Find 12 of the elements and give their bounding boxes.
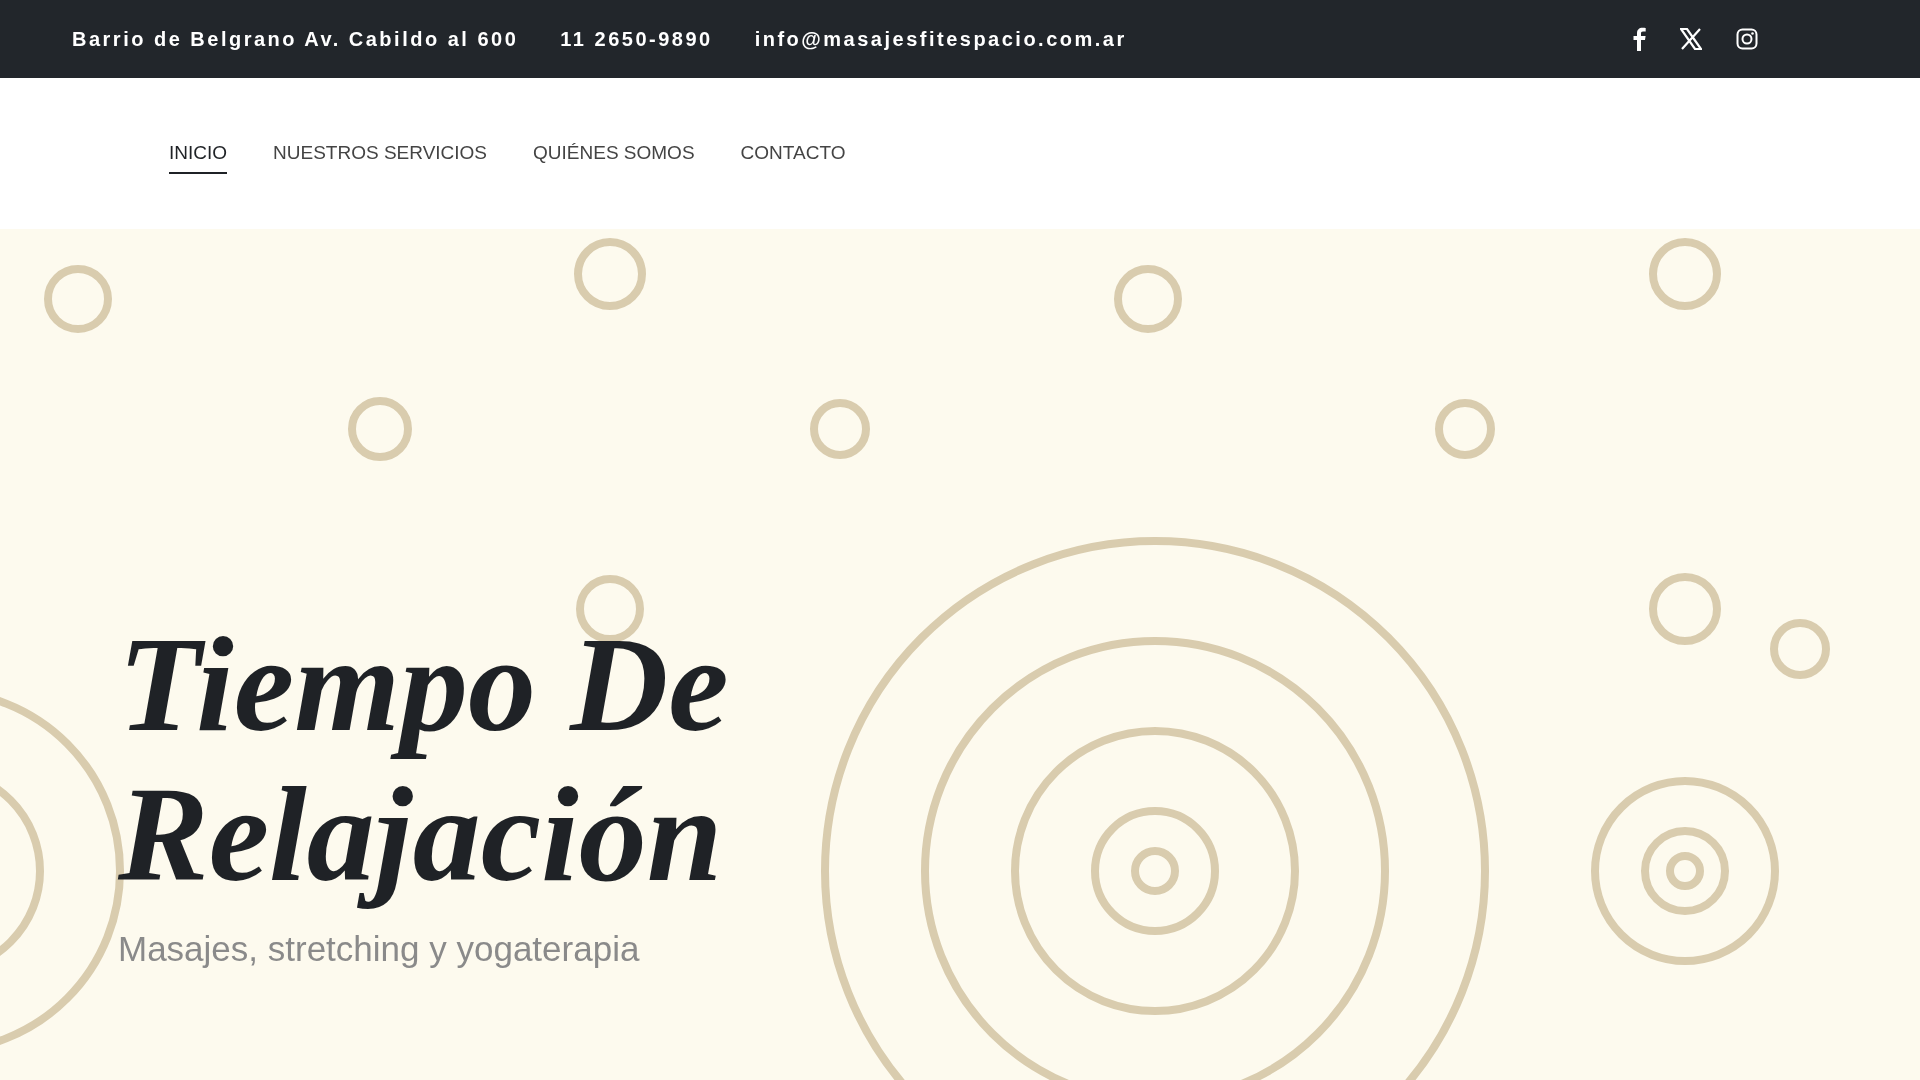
email-text: info@masajesfitespacio.com.ar (754, 27, 1127, 52)
nav-link[interactable]: NUESTROS SERVICIOS (273, 139, 488, 174)
phone-text: 11 2650-9890 (560, 27, 713, 52)
hero-title: Tiempo De Relajación (118, 609, 730, 909)
address-text: Barrio de Belgrano Av. Cabildo al 600 (72, 27, 519, 52)
hero-subtitle: Masajes, stretching y yogaterapia (118, 928, 641, 970)
nav-link[interactable]: QUIÉNES SOMOS (533, 139, 695, 174)
x-logo-icon[interactable] (1680, 28, 1702, 50)
instagram-icon[interactable] (1736, 28, 1758, 50)
nav-link[interactable]: INICIO (169, 139, 228, 174)
facebook-icon[interactable] (1632, 27, 1646, 51)
nav-link[interactable]: CONTACTO (740, 139, 846, 174)
